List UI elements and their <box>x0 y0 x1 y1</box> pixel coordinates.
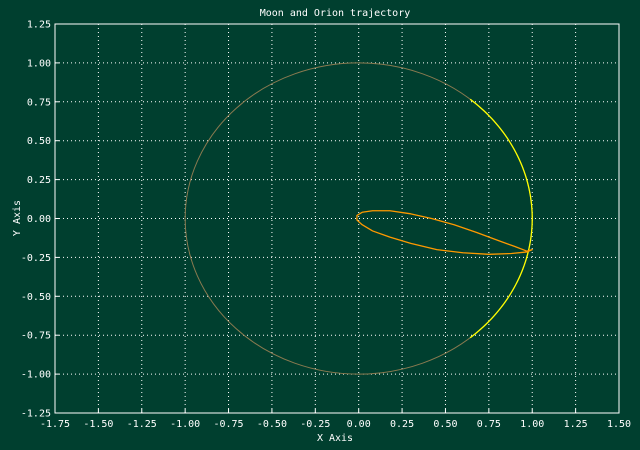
y-tick-label: 0.75 <box>27 97 51 108</box>
x-tick-label: 1.25 <box>564 419 588 430</box>
x-axis-label: X Axis <box>317 433 353 444</box>
x-tick-label: -1.75 <box>40 419 70 430</box>
moon-orbit-circle <box>184 62 533 375</box>
y-tick-label: -0.75 <box>21 331 51 342</box>
chart-title: Moon and Orion trajectory <box>260 8 411 19</box>
x-tick-label: -1.25 <box>127 419 157 430</box>
series-layer <box>184 62 533 375</box>
x-ticks: -1.75 -1.50 -1.25 -1.00 -0.75 -0.50 -0.25 0.00 0… <box>40 409 631 430</box>
x-tick-label: 1.50 <box>607 419 631 430</box>
x-tick-label: 0.75 <box>477 419 501 430</box>
y-ticks: 1.25 1.00 0.75 0.50 0.25 0.00 -0.25 -0.50 -0.75 -… <box>21 20 59 420</box>
x-tick-label: 0.50 <box>433 419 457 430</box>
chart: Moon and Orion trajectory -1.75 -1.50 -1.2… <box>12 8 631 444</box>
x-tick-label: -1.00 <box>170 419 200 430</box>
x-tick-label: -1.50 <box>83 419 113 430</box>
y-tick-label: -0.25 <box>21 253 51 264</box>
y-axis-label: Y Axis <box>12 200 23 236</box>
x-tick-label: -0.50 <box>257 419 287 430</box>
orion-trajectory-line <box>356 210 533 255</box>
x-tick-label: 1.00 <box>520 419 544 430</box>
y-tick-label: 1.25 <box>27 20 51 31</box>
y-tick-label: -1.25 <box>21 409 51 420</box>
x-tick-label: -0.25 <box>300 419 330 430</box>
x-tick-label: 0.00 <box>347 419 371 430</box>
y-tick-label: 0.25 <box>27 175 51 186</box>
y-tick-label: 0.00 <box>27 214 51 225</box>
grid <box>55 24 619 413</box>
x-tick-label: -0.75 <box>213 419 243 430</box>
y-tick-label: 1.00 <box>27 58 51 69</box>
y-tick-label: -1.00 <box>21 370 51 381</box>
x-tick-label: 0.25 <box>390 419 414 430</box>
y-tick-label: 0.50 <box>27 136 51 147</box>
y-tick-label: -0.50 <box>21 292 51 303</box>
